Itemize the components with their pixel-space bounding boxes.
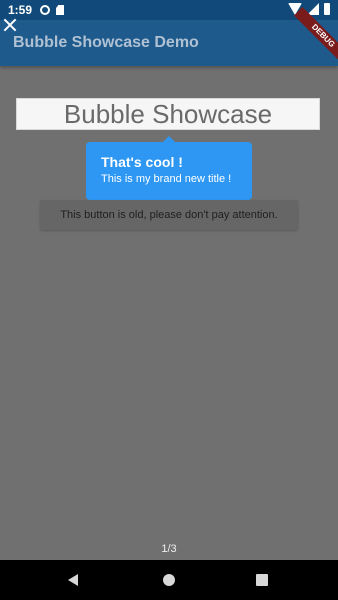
gear-icon	[40, 5, 51, 15]
recent-apps-icon[interactable]	[256, 574, 268, 586]
page-counter: 1/3	[161, 543, 177, 555]
showcase-title: Bubble Showcase	[63, 98, 273, 129]
showcase-title-box: Bubble Showcase	[16, 98, 320, 130]
old-button[interactable]: This button is old, please don't pay att…	[40, 200, 298, 230]
speech-bubble[interactable]: That's cool ! This is my brand new title…	[86, 136, 252, 200]
bubble-title: That's cool !	[101, 154, 183, 170]
app-title: Bubble Showcase Demo	[13, 34, 199, 51]
close-icon[interactable]	[2, 17, 18, 33]
bubble-subtitle: This is my brand new title !	[101, 173, 232, 185]
status-bar: 1:59	[0, 0, 338, 20]
battery-icon	[324, 3, 330, 15]
status-time: 1:59	[8, 3, 33, 17]
old-button-label: This button is old, please don't pay att…	[60, 209, 278, 221]
navigation-bar	[0, 560, 338, 600]
back-icon[interactable]	[68, 574, 78, 586]
app-bar: Bubble Showcase Demo DEBUG	[0, 7, 338, 66]
sd-card-icon	[56, 5, 65, 15]
home-icon[interactable]	[163, 574, 175, 586]
